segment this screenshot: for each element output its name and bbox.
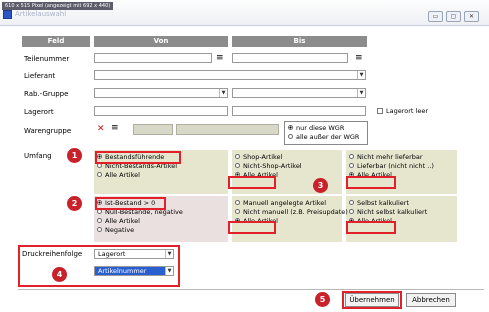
lagerort-leer-label: Lagerort leer bbox=[386, 107, 428, 115]
radio-label: Shop-Artikel bbox=[243, 153, 283, 161]
manuell-radio[interactable]: Manuell angelegte Artikel bbox=[235, 199, 348, 208]
warengruppe-menu-icon[interactable]: ≡ bbox=[111, 124, 119, 133]
label-rabgruppe: Rab.-Gruppe bbox=[24, 90, 69, 98]
lagerort-von-input[interactable] bbox=[94, 106, 228, 116]
highlight-box bbox=[228, 221, 276, 234]
radio-icon bbox=[97, 171, 102, 177]
radio-label: Selbst kalkuliert bbox=[357, 199, 410, 207]
teilenummer-von-menu-icon[interactable]: ≡ bbox=[216, 54, 224, 63]
radio-label: Nicht manuell (z.B. Preisupdate) bbox=[243, 208, 348, 216]
header-von: Von bbox=[94, 36, 228, 47]
nicht-selbst-kalkuliert-radio[interactable]: Nicht selbst kalkuliert bbox=[349, 208, 427, 217]
lieferbar-radio[interactable]: Lieferbar (nicht nicht ..) bbox=[349, 162, 434, 171]
highlight-box bbox=[95, 151, 181, 164]
radio-icon bbox=[235, 208, 240, 214]
label-lieferant: Lieferant bbox=[24, 72, 56, 80]
lieferant-select[interactable]: ▼ bbox=[94, 70, 366, 80]
checkbox-icon bbox=[377, 108, 383, 114]
annotation-badge: 2 bbox=[67, 196, 82, 211]
label-umfang: Umfang bbox=[24, 152, 52, 160]
header-feld: Feld bbox=[22, 36, 90, 47]
radio-label: Manuell angelegte Artikel bbox=[243, 199, 327, 207]
radio-label: Nicht selbst kalkuliert bbox=[357, 208, 428, 216]
warengruppe-name-field[interactable] bbox=[176, 124, 279, 135]
chevron-down-icon: ▼ bbox=[219, 89, 227, 97]
annotation-badge: 4 bbox=[52, 267, 67, 282]
radio-icon bbox=[235, 162, 240, 168]
nicht-shop-radio[interactable]: Nicht-Shop-Artikel bbox=[235, 162, 302, 171]
shop-artikel-radio[interactable]: Shop-Artikel bbox=[235, 153, 302, 162]
highlight-box bbox=[346, 176, 396, 189]
highlight-box bbox=[95, 197, 166, 210]
wgr-radio-group: nur diese WGR alle außer der WGR bbox=[284, 121, 368, 145]
radio-icon bbox=[349, 208, 354, 214]
header-bis: Bis bbox=[232, 36, 367, 47]
wgr-nur-diese-radio[interactable]: nur diese WGR bbox=[288, 124, 364, 133]
selbst-kalkuliert-radio[interactable]: Selbst kalkuliert bbox=[349, 199, 427, 208]
radio-icon bbox=[97, 226, 102, 232]
abbrechen-button[interactable]: Abbrechen bbox=[406, 293, 456, 307]
radio-icon bbox=[349, 199, 354, 205]
radio-icon bbox=[235, 199, 240, 205]
highlight-box bbox=[228, 176, 276, 189]
radio-icon bbox=[349, 153, 354, 159]
wgr-alle-ausser-radio[interactable]: alle außer der WGR bbox=[288, 133, 364, 142]
window-title: Artikelauswahl bbox=[15, 10, 67, 18]
chevron-down-icon: ▼ bbox=[357, 89, 365, 97]
annotation-badge: 3 bbox=[313, 178, 328, 193]
teilenummer-bis-input[interactable] bbox=[232, 53, 348, 63]
radio-label: Nicht-Shop-Artikel bbox=[243, 162, 302, 170]
label-lagerort: Lagerort bbox=[24, 108, 54, 116]
sort1-select[interactable]: Lagerort ▼ bbox=[94, 249, 174, 259]
divider bbox=[18, 289, 484, 290]
radio-label: Lieferbar (nicht nicht ..) bbox=[357, 162, 434, 170]
sort1-value: Lagerort bbox=[98, 250, 126, 258]
radio-icon bbox=[97, 217, 102, 223]
rabgruppe-von-select[interactable]: ▼ bbox=[94, 88, 228, 98]
close-button[interactable]: ✕ bbox=[464, 11, 479, 22]
label-teilenummer: Teilenummer bbox=[24, 55, 70, 63]
radio-icon bbox=[288, 124, 293, 130]
radio-label: Alle Artikel bbox=[105, 171, 140, 179]
lagerort-leer-checkbox[interactable]: Lagerort leer bbox=[377, 107, 428, 115]
warengruppe-code-field[interactable] bbox=[133, 124, 173, 135]
minimize-button[interactable]: ▭ bbox=[428, 11, 443, 22]
lagerort-bis-input[interactable] bbox=[232, 106, 366, 116]
uebernehmen-button[interactable]: Übernehmen bbox=[345, 293, 399, 307]
highlight-box bbox=[346, 221, 396, 234]
radio-icon bbox=[235, 153, 240, 159]
teilenummer-bis-menu-icon[interactable]: ≡ bbox=[355, 54, 363, 63]
sort2-select[interactable]: Artikelnummer ▼ bbox=[94, 266, 174, 276]
maximize-button[interactable]: ▢ bbox=[446, 11, 461, 22]
chevron-down-icon: ▼ bbox=[357, 71, 365, 79]
annotation-badge: 1 bbox=[67, 148, 82, 163]
rabgruppe-bis-select[interactable]: ▼ bbox=[232, 88, 366, 98]
size-info: 610 x 515 Pixel (angezeigt mit 692 x 440… bbox=[2, 2, 114, 10]
sort2-value: Artikelnummer bbox=[98, 267, 147, 275]
app-icon bbox=[3, 10, 12, 19]
radio-icon bbox=[349, 162, 354, 168]
radio-icon bbox=[288, 133, 293, 139]
chevron-down-icon: ▼ bbox=[165, 250, 173, 258]
bestand-alle-radio[interactable]: Alle Artikel bbox=[97, 217, 183, 226]
chevron-down-icon: ▼ bbox=[165, 267, 173, 275]
delete-icon[interactable]: ✕ bbox=[97, 124, 105, 134]
nicht-manuell-radio[interactable]: Nicht manuell (z.B. Preisupdate) bbox=[235, 208, 348, 217]
label-druckreihenfolge: Druckreihenfolge bbox=[22, 250, 83, 258]
negative-radio[interactable]: Negative bbox=[97, 226, 183, 235]
radio-label: Nicht mehr lieferbar bbox=[357, 153, 423, 161]
nicht-lieferbar-radio[interactable]: Nicht mehr lieferbar bbox=[349, 153, 434, 162]
wgr-alle-ausser-label: alle außer der WGR bbox=[296, 133, 360, 141]
radio-label: Negative bbox=[105, 226, 135, 234]
umfang-alle-radio[interactable]: Alle Artikel bbox=[97, 171, 177, 180]
radio-label: Alle Artikel bbox=[105, 217, 140, 225]
annotation-badge: 5 bbox=[315, 292, 330, 307]
label-warengruppe: Warengruppe bbox=[24, 127, 72, 135]
teilenummer-von-input[interactable] bbox=[94, 53, 212, 63]
wgr-nur-diese-label: nur diese WGR bbox=[296, 124, 345, 132]
